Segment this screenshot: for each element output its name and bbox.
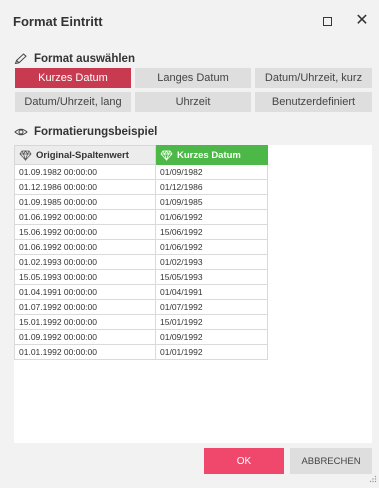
formatted-value-cell: 01/02/1993: [155, 254, 268, 270]
original-value-cell: 15.05.1993 00:00:00: [14, 269, 156, 285]
original-value-cell: 01.06.1992 00:00:00: [14, 239, 156, 255]
pencil-icon: [14, 53, 28, 65]
original-value-cell: 01.09.1992 00:00:00: [14, 329, 156, 345]
eye-icon: [14, 126, 28, 138]
format-datum-uhrzeit-kurz-button[interactable]: Datum/Uhrzeit, kurz: [255, 68, 372, 88]
resize-grip-icon[interactable]: [369, 470, 377, 483]
formatted-value-cell: 01/07/1992: [155, 299, 268, 315]
formatted-value-cell: 01/09/1982: [155, 164, 268, 180]
dialog-title: Format Eintritt: [13, 14, 103, 29]
example-section-label: Formatierungsbeispiel: [34, 126, 158, 138]
format-section-header: Format auswählen: [14, 53, 135, 65]
cancel-button[interactable]: ABBRECHEN: [290, 448, 372, 474]
formatted-value-cell: 15/01/1992: [155, 314, 268, 330]
column-label: Kurzes Datum: [177, 149, 241, 161]
table-row: 01.01.1992 00:00:00 01/01/1992: [14, 344, 268, 360]
table-row: 01.04.1991 00:00:00 01/04/1991: [14, 284, 268, 300]
format-benutzerdefiniert-button[interactable]: Benutzerdefiniert: [255, 92, 372, 112]
original-value-cell: 01.09.1985 00:00:00: [14, 194, 156, 210]
example-table-panel[interactable]: Original-Spaltenwert Kurzes Datum 01.09.…: [14, 145, 372, 443]
format-langes-datum-button[interactable]: Langes Datum: [135, 68, 251, 88]
original-value-cell: 01.07.1992 00:00:00: [14, 299, 156, 315]
formatted-value-cell: 01/12/1986: [155, 179, 268, 195]
formatted-value-cell: 01/06/1992: [155, 209, 268, 225]
format-kurzes-datum-button[interactable]: Kurzes Datum: [15, 68, 131, 88]
formatted-value-cell: 01/04/1991: [155, 284, 268, 300]
format-uhrzeit-button[interactable]: Uhrzeit: [135, 92, 251, 112]
table-row: 01.12.1986 00:00:00 01/12/1986: [14, 179, 268, 195]
format-dialog: Format Eintritt ✕ Format auswählen Kurze…: [0, 0, 379, 483]
table-row: 01.06.1992 00:00:00 01/06/1992: [14, 239, 268, 255]
original-value-cell: 01.06.1992 00:00:00: [14, 209, 156, 225]
example-section-header: Formatierungsbeispiel: [14, 126, 157, 138]
table-row: 15.06.1992 00:00:00 15/06/1992: [14, 224, 268, 240]
formatted-value-cell: 01/09/1992: [155, 329, 268, 345]
table-row: 15.01.1992 00:00:00 15/01/1992: [14, 314, 268, 330]
table-row: 15.05.1993 00:00:00 15/05/1993: [14, 269, 268, 285]
maximize-icon[interactable]: [318, 12, 336, 30]
table-row: 01.09.1992 00:00:00 01/09/1992: [14, 329, 268, 345]
format-datum-uhrzeit-lang-button[interactable]: Datum/Uhrzeit, lang: [15, 92, 131, 112]
column-header-formatted[interactable]: Kurzes Datum: [155, 145, 268, 165]
original-value-cell: 01.02.1993 00:00:00: [14, 254, 156, 270]
formatted-value-cell: 15/06/1992: [155, 224, 268, 240]
table-row: 01.07.1992 00:00:00 01/07/1992: [14, 299, 268, 315]
close-icon[interactable]: ✕: [353, 12, 371, 30]
ok-button[interactable]: OK: [204, 448, 284, 474]
format-section-label: Format auswählen: [34, 53, 135, 65]
formatted-value-cell: 01/01/1992: [155, 344, 268, 360]
table-row: 01.09.1985 00:00:00 01/09/1985: [14, 194, 268, 210]
original-value-cell: 15.01.1992 00:00:00: [14, 314, 156, 330]
table-header-row: Original-Spaltenwert Kurzes Datum: [14, 145, 268, 165]
original-value-cell: 01.12.1986 00:00:00: [14, 179, 156, 195]
column-header-original[interactable]: Original-Spaltenwert: [14, 145, 156, 165]
table-row: 01.09.1982 00:00:00 01/09/1982: [14, 164, 268, 180]
original-value-cell: 15.06.1992 00:00:00: [14, 224, 156, 240]
original-value-cell: 01.01.1992 00:00:00: [14, 344, 156, 360]
diamond-icon: [19, 149, 32, 161]
original-value-cell: 01.04.1991 00:00:00: [14, 284, 156, 300]
table-row: 01.06.1992 00:00:00 01/06/1992: [14, 209, 268, 225]
original-value-cell: 01.09.1982 00:00:00: [14, 164, 156, 180]
table-row: 01.02.1993 00:00:00 01/02/1993: [14, 254, 268, 270]
example-table: Original-Spaltenwert Kurzes Datum 01.09.…: [14, 145, 268, 360]
title-bar: Format Eintritt ✕: [0, 0, 379, 42]
formatted-value-cell: 01/09/1985: [155, 194, 268, 210]
diamond-icon: [160, 149, 173, 161]
column-label: Original-Spaltenwert: [36, 149, 129, 161]
formatted-value-cell: 15/05/1993: [155, 269, 268, 285]
formatted-value-cell: 01/06/1992: [155, 239, 268, 255]
